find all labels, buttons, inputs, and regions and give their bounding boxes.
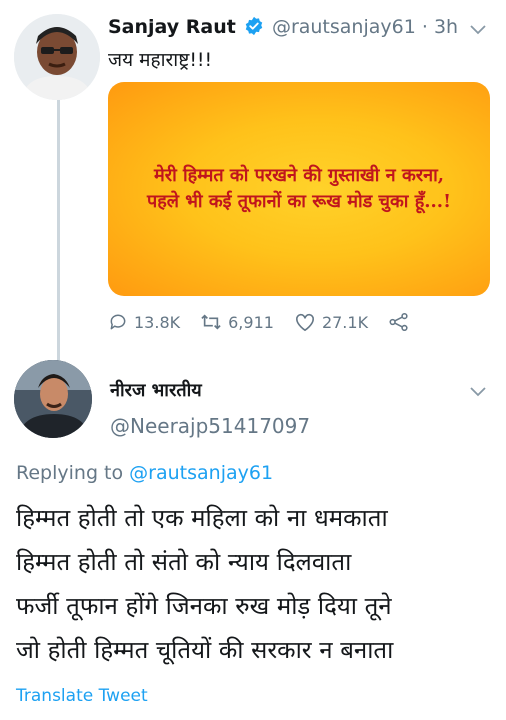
share-icon bbox=[389, 312, 408, 332]
reply-line: हिम्मत होती तो संतो को न्याय दिलवाता bbox=[16, 548, 352, 576]
tweet-image-card[interactable]: मेरी हिम्मत को परखने की गुस्ताखी न करना,… bbox=[108, 82, 490, 296]
quote-line: मेरी हिम्मत को परखने की गुस्ताखी न करना, bbox=[153, 164, 445, 186]
quote-line: पहले भी कई तूफानों का रूख मोड चुका हूँ..… bbox=[147, 191, 451, 212]
reply-text: हिम्मत होती तो एक महिला को ना धमकाता हिम… bbox=[16, 496, 393, 672]
reply-icon bbox=[110, 314, 126, 330]
reply-author-handle[interactable]: @Neerajp51417097 bbox=[110, 414, 310, 438]
replying-to-link[interactable]: @rautsanjay61 bbox=[129, 462, 273, 484]
reply-button[interactable]: 13.8K bbox=[108, 312, 180, 332]
chevron-down-icon[interactable] bbox=[470, 20, 486, 39]
reply-line: जो होती हिम्मत चूतियों की सरकार न बनाता bbox=[16, 636, 394, 664]
like-count: 27.1K bbox=[321, 312, 369, 332]
thread-connector bbox=[57, 96, 60, 364]
reply-line: फर्जी तूफान होंगे जिनका रुख मोड़ दिया तू… bbox=[16, 592, 392, 620]
share-button[interactable] bbox=[388, 312, 416, 332]
time-separator: · bbox=[421, 16, 428, 38]
retweet-count: 6,911 bbox=[228, 312, 274, 332]
tweet-time[interactable]: 3h bbox=[434, 16, 458, 38]
retweet-icon bbox=[201, 314, 221, 330]
reply-count: 13.8K bbox=[134, 312, 181, 332]
avatar[interactable] bbox=[14, 14, 100, 100]
author-name[interactable]: Sanjay Raut bbox=[108, 16, 236, 38]
reply-author-name[interactable]: नीरज भारतीय bbox=[110, 378, 202, 402]
replying-prefix: Replying to bbox=[16, 462, 124, 484]
reply-avatar[interactable] bbox=[14, 360, 92, 438]
translate-tweet-link[interactable]: Translate Tweet bbox=[16, 686, 148, 706]
verified-badge-icon bbox=[244, 16, 264, 41]
heart-icon bbox=[295, 313, 314, 332]
retweet-button[interactable]: 6,911 bbox=[200, 312, 274, 332]
author-handle[interactable]: @rautsanjay61 bbox=[272, 16, 416, 38]
reply-line: हिम्मत होती तो एक महिला को ना धमकाता bbox=[16, 504, 388, 532]
tweet-text: जय महाराष्ट्र!!! bbox=[108, 49, 213, 71]
replying-to: Replying to @rautsanjay61 bbox=[16, 462, 273, 484]
tweet-actions: 13.8K 6,911 27.1K bbox=[108, 312, 416, 332]
chevron-down-icon[interactable] bbox=[470, 382, 486, 401]
tweet-header: Sanjay Raut @rautsanjay61 · 3h bbox=[108, 16, 458, 41]
like-button[interactable]: 27.1K bbox=[294, 312, 368, 332]
quote-text: मेरी हिम्मत को परखने की गुस्ताखी न करना,… bbox=[124, 163, 474, 215]
